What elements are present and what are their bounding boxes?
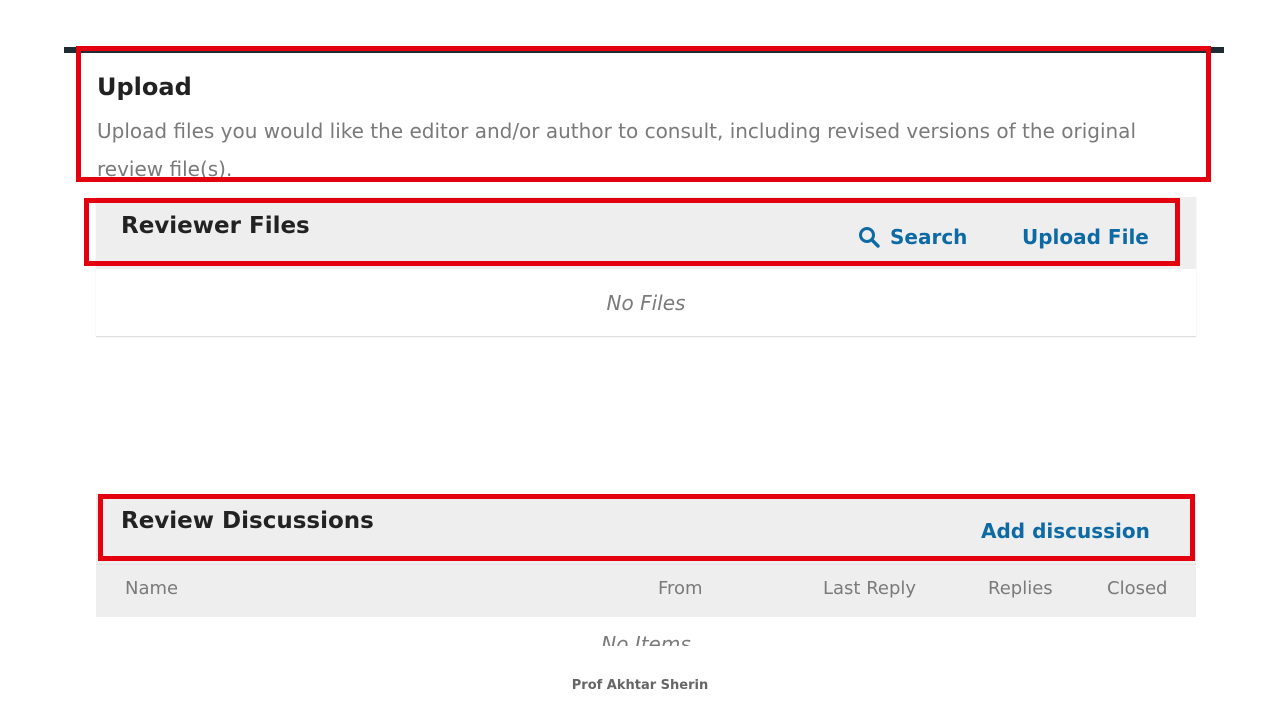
- files-empty-message: No Files: [606, 290, 686, 315]
- add-discussion-button[interactable]: Add discussion: [981, 519, 1150, 543]
- footer-credit: Prof Akhtar Sherin: [571, 678, 709, 693]
- reviewer-files-panel: Reviewer Files Search Upload File No Fil…: [96, 197, 1196, 336]
- upload-file-button[interactable]: Upload File: [1022, 225, 1149, 249]
- upload-description: Upload files you would like the editor a…: [97, 119, 1136, 181]
- search-label: Search: [890, 225, 968, 249]
- column-header-closed[interactable]: Closed: [1107, 578, 1167, 599]
- page: Upload Upload files you would like the e…: [0, 0, 1280, 720]
- upload-heading: Upload: [97, 73, 192, 101]
- discussions-column-header-row: Name From Last Reply Replies Closed: [96, 564, 1196, 617]
- reviewer-files-title: Reviewer Files: [121, 213, 310, 239]
- review-discussions-panel: Review Discussions Add discussion Name F…: [96, 494, 1196, 646]
- review-discussions-header: Review Discussions Add discussion: [96, 494, 1196, 564]
- top-divider: [64, 47, 1224, 53]
- column-header-name[interactable]: Name: [125, 578, 178, 599]
- reviewer-files-header: Reviewer Files Search Upload File: [96, 197, 1196, 269]
- search-icon: [858, 226, 880, 248]
- column-header-last-reply[interactable]: Last Reply: [823, 578, 916, 599]
- review-discussions-title: Review Discussions: [121, 508, 374, 534]
- search-button[interactable]: Search: [858, 225, 967, 249]
- discussions-empty-message: No Items: [601, 632, 691, 646]
- column-header-from[interactable]: From: [658, 578, 703, 599]
- column-header-replies[interactable]: Replies: [988, 578, 1053, 599]
